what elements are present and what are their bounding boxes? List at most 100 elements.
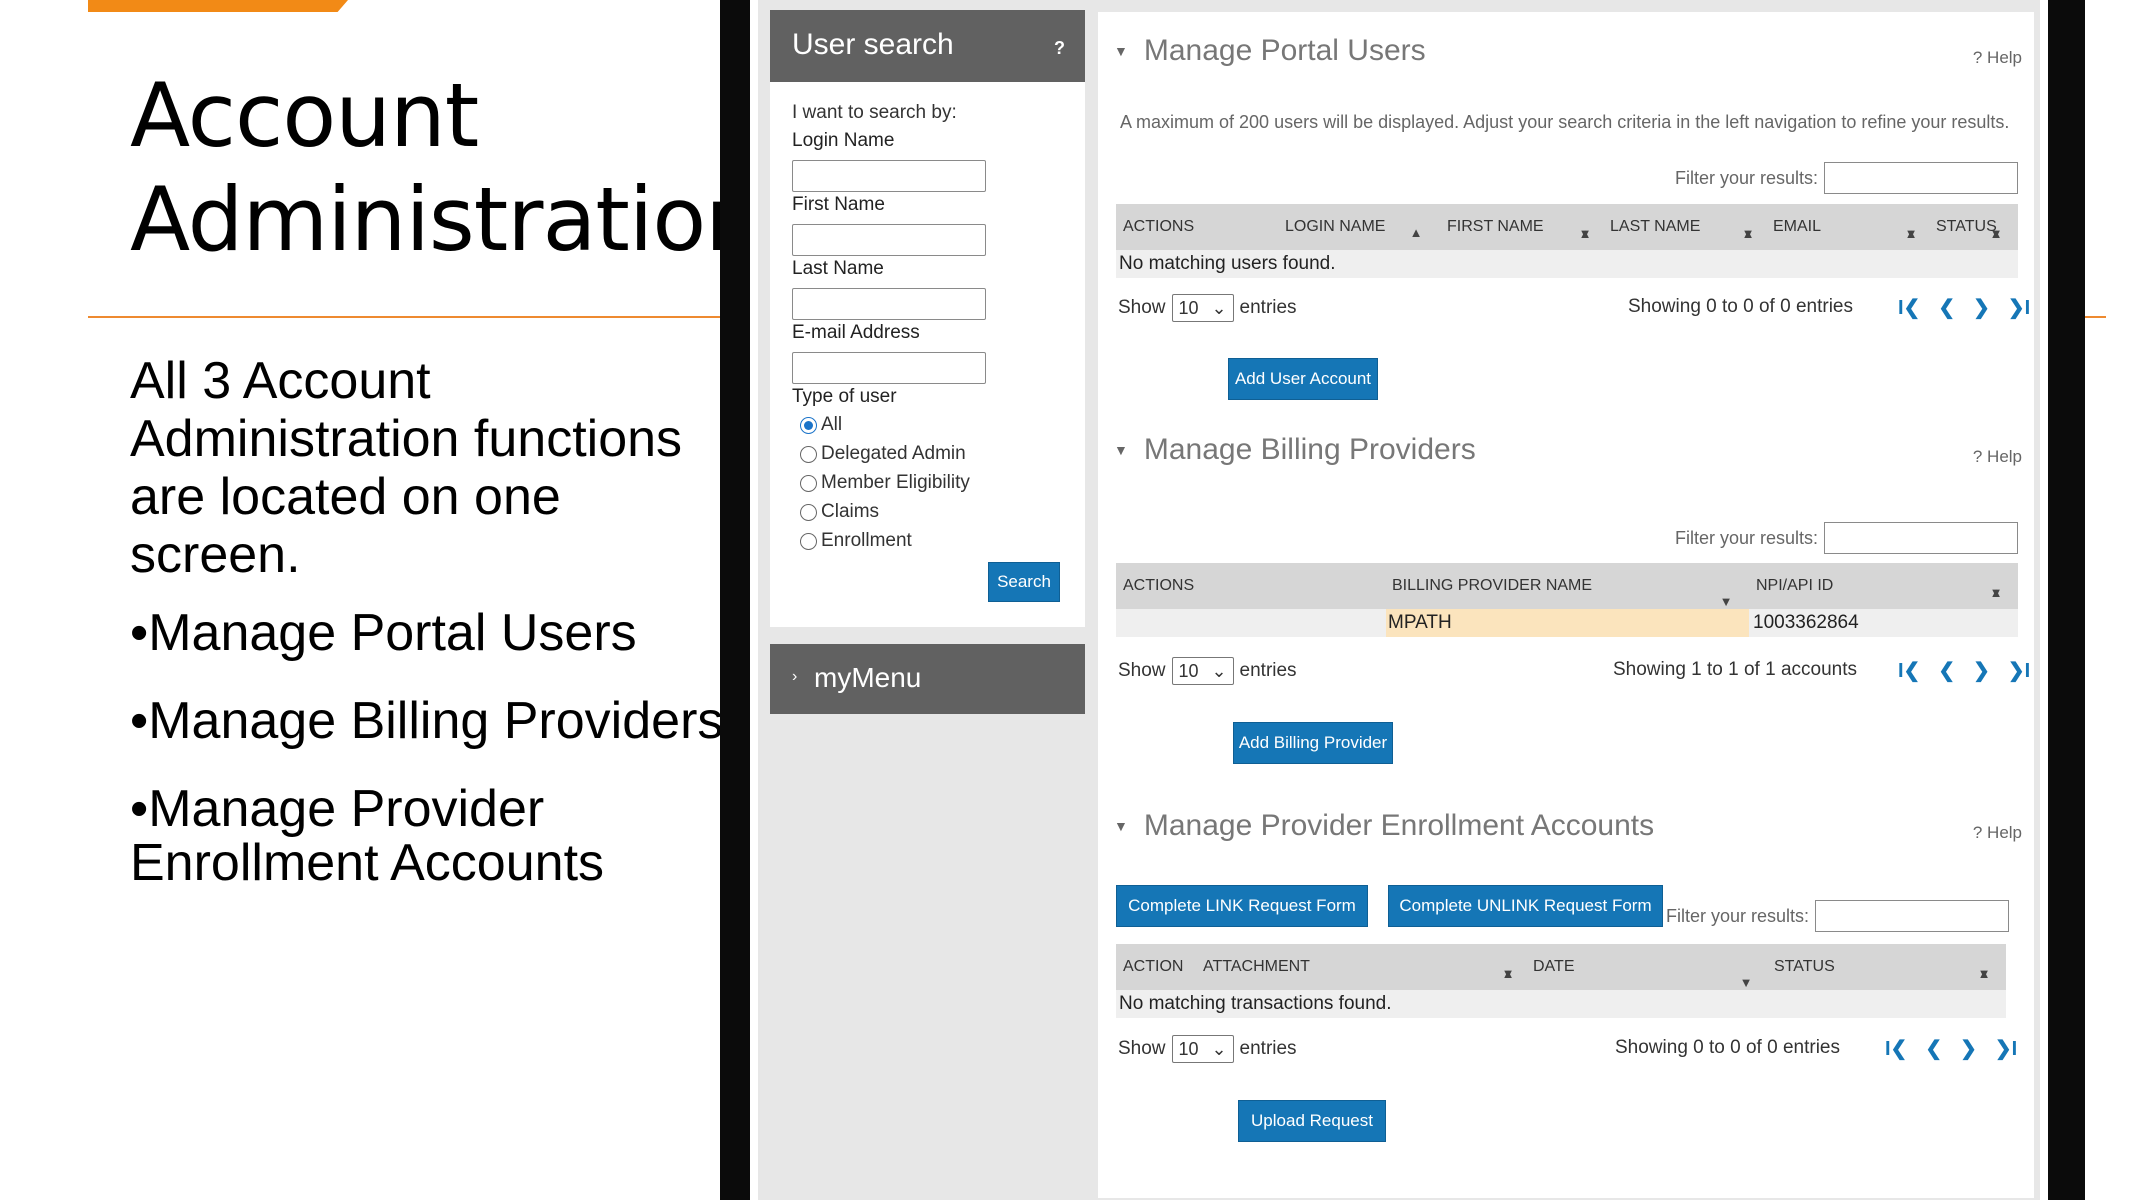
search-button[interactable]: Search <box>988 562 1060 602</box>
billing-pager: I❮ ❮ ❯ ❯I <box>1898 658 2030 683</box>
col-status[interactable]: STATUS <box>1936 218 1997 236</box>
billing-providers-title[interactable]: ▼ Manage Billing Providers <box>1114 433 1476 467</box>
enrollment-filter-input[interactable] <box>1815 900 2010 932</box>
prev-page-icon[interactable]: ❮ <box>1938 658 1955 683</box>
enrollment-accounts-title[interactable]: ▼ Manage Provider Enrollment Accounts <box>1114 809 1654 843</box>
complete-link-request-button[interactable]: Complete LINK Request Form <box>1116 885 1368 927</box>
col-first-name[interactable]: FIRST NAME <box>1447 218 1544 236</box>
next-page-icon[interactable]: ❯ <box>1973 658 1990 683</box>
first-name-label: First Name <box>792 194 885 215</box>
col-last-name[interactable]: LAST NAME <box>1610 218 1700 236</box>
radio-enrollment[interactable]: Enrollment <box>800 530 912 552</box>
enrollment-help-link[interactable]: ? Help <box>1973 823 2022 843</box>
mymenu-bar[interactable]: › myMenu <box>770 644 1085 714</box>
enrollment-pager: I❮ ❮ ❯ ❯I <box>1885 1036 2017 1061</box>
radio-icon <box>800 532 817 550</box>
email-input[interactable] <box>792 352 986 384</box>
login-name-input[interactable] <box>792 160 986 192</box>
last-page-icon[interactable]: ❯I <box>1995 1036 2017 1061</box>
login-name-label: Login Name <box>792 130 895 151</box>
col-npi-api-id[interactable]: NPI/API ID <box>1756 577 1833 595</box>
enrollment-showing: Showing 0 to 0 of 0 entries <box>1615 1037 1840 1058</box>
user-search-title: User search <box>792 28 954 61</box>
frame-strip-right <box>2040 0 2048 1200</box>
first-page-icon[interactable]: I❮ <box>1885 1036 1907 1061</box>
frame-strip-left <box>750 0 758 1200</box>
portal-users-help-link[interactable]: ? Help <box>1973 48 2022 68</box>
radio-label: Enrollment <box>821 530 912 551</box>
col-date[interactable]: DATE <box>1533 958 1574 976</box>
mymenu-label: myMenu <box>814 662 922 693</box>
accent-bar <box>88 0 348 12</box>
col-status[interactable]: STATUS <box>1774 958 1835 976</box>
radio-claims[interactable]: Claims <box>800 501 879 523</box>
enrollment-empty-row: No matching transactions found. <box>1116 990 2006 1018</box>
page-size-value: 10 <box>1178 297 1199 318</box>
billing-filter: Filter your results: <box>1675 522 2019 554</box>
collapse-caret-icon: ▼ <box>1114 43 1128 59</box>
portal-users-showing: Showing 0 to 0 of 0 entries <box>1628 296 1853 317</box>
add-billing-provider-button[interactable]: Add Billing Provider <box>1233 722 1393 764</box>
radio-selected-icon <box>800 416 817 434</box>
empty-message: No matching users found. <box>1119 253 1336 274</box>
page-size-select[interactable]: 10 ⌄ <box>1171 294 1234 322</box>
billing-help-link[interactable]: ? Help <box>1973 447 2022 467</box>
collapse-caret-icon: ▼ <box>1114 442 1128 458</box>
complete-unlink-request-button[interactable]: Complete UNLINK Request Form <box>1388 885 1663 927</box>
npi-cell: 1003362864 <box>1753 612 1859 633</box>
section-title-text: Manage Provider Enrollment Accounts <box>1143 809 1655 842</box>
chevron-down-icon: ⌄ <box>1211 297 1227 318</box>
page-size-select[interactable]: 10 ⌄ <box>1171 1035 1234 1063</box>
page-size-value: 10 <box>1178 660 1199 681</box>
billing-page-size: Show 10 ⌄ entries <box>1118 657 1297 685</box>
first-page-icon[interactable]: I❮ <box>1898 658 1920 683</box>
filter-label: Filter your results: <box>1675 167 1819 188</box>
radio-member-eligibility[interactable]: Member Eligibility <box>800 472 970 494</box>
bullet-billing-providers: •Manage Billing Providers <box>130 692 724 750</box>
radio-icon <box>800 474 817 492</box>
last-name-label: Last Name <box>792 258 884 279</box>
col-attachment[interactable]: ATTACHMENT <box>1203 958 1310 976</box>
last-page-icon[interactable]: ❯I <box>2008 295 2030 320</box>
show-label: Show <box>1118 1038 1166 1059</box>
search-prompt: I want to search by: <box>792 102 957 123</box>
next-page-icon[interactable]: ❯ <box>1973 295 1990 320</box>
next-page-icon[interactable]: ❯ <box>1960 1036 1977 1061</box>
first-name-input[interactable] <box>792 224 986 256</box>
radio-label: Delegated Admin <box>821 443 966 464</box>
slide-intro: All 3 Account Administration functions a… <box>130 352 683 584</box>
radio-label: All <box>821 414 843 435</box>
last-page-icon[interactable]: ❯I <box>2008 658 2030 683</box>
col-billing-provider-name[interactable]: BILLING PROVIDER NAME <box>1392 577 1592 595</box>
section-title-text: Manage Billing Providers <box>1143 433 1476 466</box>
enrollment-page-size: Show 10 ⌄ entries <box>1118 1035 1297 1063</box>
radio-all[interactable]: All <box>800 414 842 436</box>
table-row[interactable]: MPATH 1003362864 <box>1116 609 2018 637</box>
portal-users-title[interactable]: ▼ Manage Portal Users <box>1114 34 1426 68</box>
col-login-name[interactable]: LOGIN NAME <box>1285 218 1385 236</box>
slide-body: All 3 Account Administration functions a… <box>130 352 730 890</box>
prev-page-icon[interactable]: ❮ <box>1925 1036 1942 1061</box>
add-user-account-button[interactable]: Add User Account <box>1228 358 1378 400</box>
col-email[interactable]: EMAIL <box>1773 218 1821 236</box>
billing-table-header: ACTIONS BILLING PROVIDER NAME ▼ NPI/API … <box>1116 563 2018 609</box>
entries-label: entries <box>1239 1038 1297 1059</box>
first-page-icon[interactable]: I❮ <box>1898 295 1920 320</box>
portal-users-page-size: Show 10 ⌄ entries <box>1118 294 1297 322</box>
upload-request-button[interactable]: Upload Request <box>1238 1100 1386 1142</box>
user-search-panel: I want to search by: Login Name First Na… <box>770 82 1085 627</box>
portal-users-pager: I❮ ❮ ❯ ❯I <box>1898 295 2030 320</box>
help-icon[interactable]: ? <box>1054 38 1065 59</box>
enrollment-filter: Filter your results: <box>1666 900 2010 932</box>
page-size-select[interactable]: 10 ⌄ <box>1171 657 1234 685</box>
radio-icon <box>800 503 817 521</box>
billing-filter-input[interactable] <box>1824 522 2019 554</box>
radio-delegated-admin[interactable]: Delegated Admin <box>800 443 966 465</box>
chevron-down-icon: ⌄ <box>1211 660 1227 681</box>
portal-users-empty-row: No matching users found. <box>1116 250 2018 278</box>
col-actions: ACTIONS <box>1123 577 1195 594</box>
prev-page-icon[interactable]: ❮ <box>1938 295 1955 320</box>
billing-provider-name-cell: MPATH <box>1388 612 1452 633</box>
last-name-input[interactable] <box>792 288 986 320</box>
portal-users-filter-input[interactable] <box>1824 162 2019 194</box>
